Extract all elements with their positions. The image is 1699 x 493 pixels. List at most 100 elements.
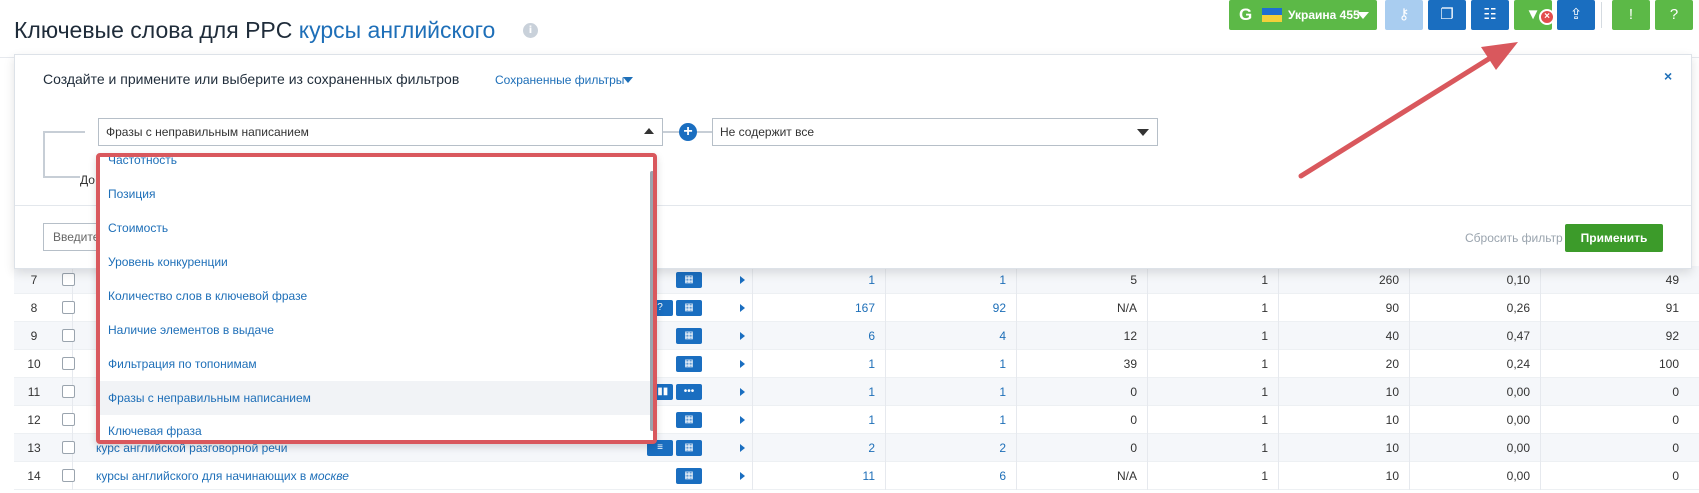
- page-title-prefix: Ключевые слова для PPC: [14, 17, 293, 43]
- expand-arrow-icon[interactable]: [740, 276, 745, 284]
- expand-arrow-icon[interactable]: [740, 388, 745, 396]
- column-divider: [1278, 266, 1279, 294]
- dropdown-option[interactable]: Фразы с неправильным написанием: [100, 381, 650, 415]
- chevron-down-icon[interactable]: [623, 77, 633, 83]
- row-checkbox[interactable]: [62, 413, 75, 426]
- table-cell[interactable]: 1: [999, 266, 1006, 294]
- condition-group-bracket: [43, 131, 85, 178]
- filter-field-value: Фразы с неправильным написанием: [106, 125, 309, 139]
- page-title-query[interactable]: курсы английского: [299, 17, 496, 43]
- row-number: 8: [30, 301, 38, 315]
- table-cell[interactable]: 92: [993, 294, 1006, 322]
- saved-filters-link[interactable]: Сохраненные фильтры: [495, 73, 624, 87]
- row-checkbox[interactable]: [62, 385, 75, 398]
- table-cell: 10: [1385, 441, 1399, 455]
- column-divider: [885, 266, 886, 294]
- table-cell[interactable]: 167: [855, 294, 875, 322]
- expand-arrow-icon[interactable]: [740, 332, 745, 340]
- table-cell[interactable]: 2: [999, 434, 1006, 462]
- expand-arrow-icon[interactable]: [740, 416, 745, 424]
- dropdown-option[interactable]: Ключевая фраза: [100, 414, 650, 440]
- table-cell[interactable]: 4: [999, 322, 1006, 350]
- apply-button[interactable]: Применить: [1565, 224, 1663, 252]
- help-icon[interactable]: ?: [1655, 0, 1693, 30]
- serp-icon[interactable]: ▦: [676, 412, 702, 428]
- page-header: Ключевые слова для PPC курсы английского…: [0, 0, 1699, 58]
- column-divider: [1016, 434, 1017, 462]
- row-checkbox[interactable]: [62, 441, 75, 454]
- country-database-button[interactable]: G Украина 455: [1229, 0, 1377, 30]
- columns-icon[interactable]: ☷: [1471, 0, 1509, 30]
- table-cell: 0,00: [1506, 441, 1530, 455]
- close-icon[interactable]: ×: [1539, 9, 1555, 25]
- table-cell[interactable]: 11: [863, 462, 875, 490]
- table-cell: 1: [1261, 413, 1268, 427]
- dots-icon[interactable]: •••: [676, 384, 702, 400]
- dropdown-option[interactable]: Фильтрация по топонимам: [100, 347, 650, 381]
- column-divider: [752, 406, 753, 434]
- column-divider: [1278, 434, 1279, 462]
- keyword-link[interactable]: курсы английского для начинающих в москв…: [96, 462, 349, 490]
- table-cell[interactable]: 1: [868, 406, 875, 434]
- row-checkbox[interactable]: [62, 329, 75, 342]
- expand-arrow-icon[interactable]: [740, 472, 745, 480]
- column-divider: [1147, 406, 1148, 434]
- add-rule-icon[interactable]: +: [679, 123, 697, 141]
- reset-filter-button[interactable]: Сбросить фильтр: [1465, 231, 1563, 245]
- column-divider: [1409, 406, 1410, 434]
- table-cell[interactable]: 1: [868, 266, 875, 294]
- column-divider: [752, 322, 753, 350]
- keyword-input[interactable]: Введите: [43, 223, 103, 251]
- filter-operator-select[interactable]: Не содержит все: [712, 118, 1158, 146]
- table-cell[interactable]: 1: [999, 406, 1006, 434]
- table-cell[interactable]: 1: [999, 350, 1006, 378]
- table-cell[interactable]: 1: [868, 350, 875, 378]
- serp-icon[interactable]: ▦: [676, 356, 702, 372]
- row-checkbox[interactable]: [62, 357, 75, 370]
- table-cell[interactable]: 2: [868, 434, 875, 462]
- expand-arrow-icon[interactable]: [740, 360, 745, 368]
- column-divider: [1540, 434, 1541, 462]
- serp-icon[interactable]: ▦: [676, 272, 702, 288]
- add-condition-link[interactable]: До: [80, 173, 95, 187]
- dropdown-option[interactable]: Частотность: [100, 157, 650, 177]
- info-icon[interactable]: i: [523, 23, 538, 38]
- table-cell[interactable]: 1: [868, 378, 875, 406]
- table-cell[interactable]: 6: [999, 462, 1006, 490]
- dropdown-option[interactable]: Стоимость: [100, 211, 650, 245]
- close-icon[interactable]: ×: [1664, 68, 1672, 84]
- serp-icon[interactable]: ▦: [676, 440, 702, 456]
- dropdown-option[interactable]: Наличие элементов в выдаче: [100, 313, 650, 347]
- dropdown-option[interactable]: Позиция: [100, 177, 650, 211]
- key-icon[interactable]: ⚷: [1385, 0, 1423, 30]
- column-divider: [1278, 294, 1279, 322]
- table-cell: 0: [1672, 469, 1679, 483]
- serp-icon[interactable]: ▦: [676, 468, 702, 484]
- serp-icon[interactable]: ▦: [676, 300, 702, 316]
- dropdown-option[interactable]: Уровень конкуренции: [100, 245, 650, 279]
- table-cell: 0: [1130, 413, 1137, 427]
- table-cell[interactable]: 6: [868, 322, 875, 350]
- table-cell: 0: [1130, 441, 1137, 455]
- dropdown-option[interactable]: Количество слов в ключевой фразе: [100, 279, 650, 313]
- alert-icon[interactable]: !: [1612, 0, 1650, 30]
- expand-arrow-icon[interactable]: [740, 304, 745, 312]
- export-icon[interactable]: ⇪: [1557, 0, 1595, 30]
- table-cell[interactable]: 1: [999, 378, 1006, 406]
- column-divider: [1016, 266, 1017, 294]
- column-divider: [1016, 378, 1017, 406]
- column-divider: [1409, 462, 1410, 490]
- serp-icon[interactable]: ▦: [676, 328, 702, 344]
- column-divider: [885, 322, 886, 350]
- column-divider: [1147, 462, 1148, 490]
- scrollbar[interactable]: [650, 171, 653, 431]
- country-label: Украина 455: [1288, 8, 1360, 22]
- filter-field-select[interactable]: Фразы с неправильным написанием: [98, 118, 663, 146]
- row-checkbox[interactable]: [62, 469, 75, 482]
- table-cell: 1: [1261, 301, 1268, 315]
- filter-operator-value: Не содержит все: [720, 125, 815, 139]
- expand-arrow-icon[interactable]: [740, 444, 745, 452]
- copy-icon[interactable]: ❐: [1428, 0, 1466, 30]
- row-checkbox[interactable]: [62, 301, 75, 314]
- row-checkbox[interactable]: [62, 273, 75, 286]
